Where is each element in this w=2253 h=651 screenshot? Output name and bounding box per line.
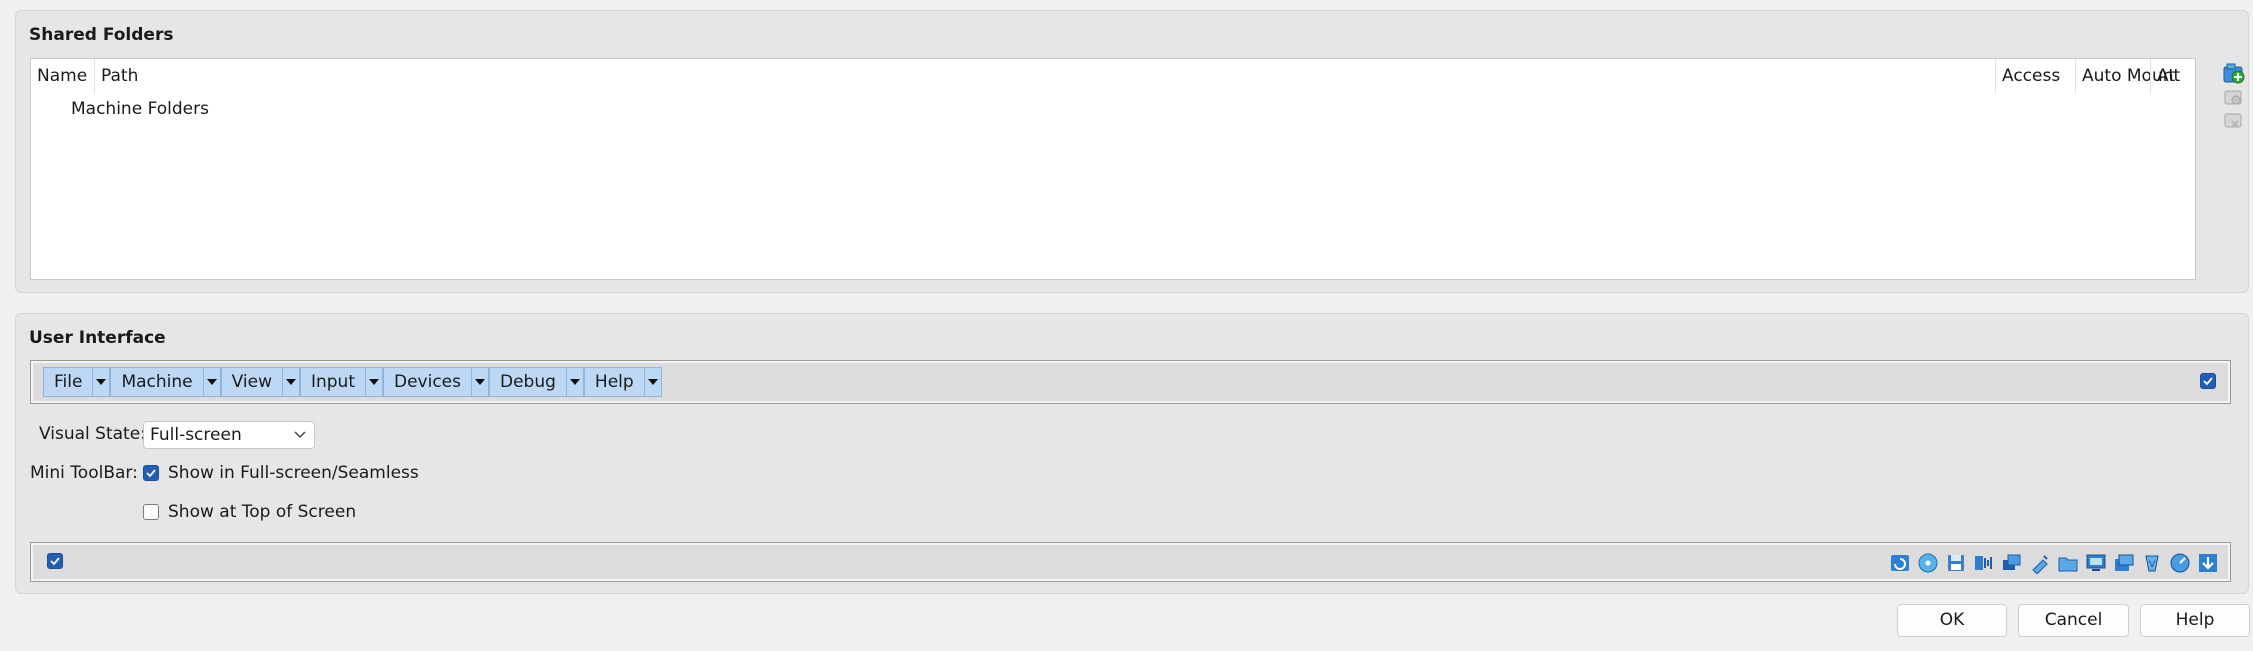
menu-item-label: File <box>54 372 83 392</box>
checkmark-icon <box>50 557 60 566</box>
triangle-down-icon <box>369 379 379 385</box>
shared-folders-icon[interactable] <box>2056 551 2080 575</box>
shared-folders-title: Shared Folders <box>29 25 174 45</box>
show-fullscreen-label[interactable]: Show in Full-screen/Seamless <box>168 463 419 483</box>
triangle-down-icon <box>96 379 107 385</box>
user-interface-group: User Interface File Machine View Input D… <box>15 313 2249 594</box>
column-header-at[interactable]: At <box>2150 59 2195 94</box>
optical-disk-icon[interactable] <box>1916 551 1940 575</box>
network-icon[interactable] <box>2000 551 2024 575</box>
triangle-down-icon <box>206 379 217 385</box>
edit-folder-icon <box>2224 90 2242 105</box>
triangle-down-icon <box>569 379 580 385</box>
menu-dropdown-button[interactable] <box>471 368 488 396</box>
ok-button[interactable]: OK <box>1897 604 2007 637</box>
menu-item-label: Help <box>594 372 634 392</box>
remove-folder-icon <box>2224 113 2242 128</box>
graphics-icon[interactable]: V <box>2140 551 2164 575</box>
menu-item-devices[interactable]: Devices <box>383 367 489 397</box>
menu-item-input[interactable]: Input <box>299 367 383 397</box>
menu-dropdown-button[interactable] <box>281 368 299 396</box>
shared-folders-table[interactable]: Name Path Access Auto Mount At Machine F… <box>30 58 2196 280</box>
show-top-label[interactable]: Show at Top of Screen <box>168 502 356 522</box>
help-button[interactable]: Help <box>2140 604 2250 637</box>
menu-item-file[interactable]: File <box>43 367 111 397</box>
audio-icon[interactable] <box>1972 551 1996 575</box>
svg-text:V: V <box>2149 560 2156 570</box>
mouse-icon[interactable] <box>2196 551 2220 575</box>
visual-state-label: Visual State: <box>39 424 146 444</box>
menu-item-label: Devices <box>394 372 461 392</box>
chevron-down-icon <box>294 431 306 439</box>
tree-row-machine-folders[interactable]: Machine Folders <box>71 97 209 121</box>
menu-item-debug[interactable]: Debug <box>489 367 584 397</box>
show-fullscreen-checkbox[interactable] <box>143 465 159 481</box>
checkmark-icon <box>2203 377 2213 386</box>
menu-dropdown-button[interactable] <box>643 368 661 396</box>
menubar-editor: File Machine View Input Devices Debug He… <box>30 360 2231 404</box>
mini-toolbar-label: Mini ToolBar: <box>30 463 138 483</box>
add-folder-icon <box>2223 63 2245 84</box>
menu-dropdown-button[interactable] <box>365 368 382 396</box>
menu-item-help[interactable]: Help <box>583 367 662 397</box>
statusbar-editor: V <box>30 542 2231 582</box>
table-header: Name Path Access Auto Mount At <box>31 59 2195 94</box>
menu-dropdown-button[interactable] <box>565 368 583 396</box>
cpu-icon[interactable] <box>2168 551 2192 575</box>
user-interface-title: User Interface <box>29 328 166 348</box>
video-capture-icon[interactable] <box>2112 551 2136 575</box>
menu-item-label: Input <box>310 372 355 392</box>
floppy-disk-icon[interactable] <box>1944 551 1968 575</box>
menu-item-label: Debug <box>500 372 556 392</box>
menu-dropdown-button[interactable] <box>202 368 220 396</box>
statusbar-icons: V <box>1888 551 2220 575</box>
visual-state-select[interactable]: Full-screen <box>143 421 315 449</box>
menu-dropdown-button[interactable] <box>92 368 109 396</box>
checkmark-icon <box>146 469 156 478</box>
menu-item-machine[interactable]: Machine <box>110 367 221 397</box>
menu-item-label: Machine <box>121 372 193 392</box>
cancel-button[interactable]: Cancel <box>2018 604 2129 637</box>
show-top-checkbox[interactable] <box>143 504 159 520</box>
menubar-items: File Machine View Input Devices Debug He… <box>43 367 662 397</box>
statusbar-enable-checkbox[interactable] <box>47 553 63 569</box>
menubar-enable-checkbox[interactable] <box>2200 373 2216 389</box>
triangle-down-icon <box>647 379 658 385</box>
triangle-down-icon <box>475 379 485 385</box>
column-header-name[interactable]: Name <box>31 59 94 94</box>
display-icon[interactable] <box>2084 551 2108 575</box>
menu-item-view[interactable]: View <box>220 367 300 397</box>
column-header-access[interactable]: Access <box>1995 59 2075 94</box>
usb-icon[interactable] <box>2028 551 2052 575</box>
triangle-down-icon <box>285 379 296 385</box>
hard-disk-icon[interactable] <box>1888 551 1912 575</box>
remove-shared-folder-button[interactable] <box>2220 107 2246 133</box>
column-header-path[interactable]: Path <box>94 59 1995 94</box>
visual-state-value: Full-screen <box>150 425 242 445</box>
shared-folders-group: Shared Folders Name Path Access Auto Mou… <box>15 10 2249 293</box>
menu-item-label: View <box>231 372 272 392</box>
